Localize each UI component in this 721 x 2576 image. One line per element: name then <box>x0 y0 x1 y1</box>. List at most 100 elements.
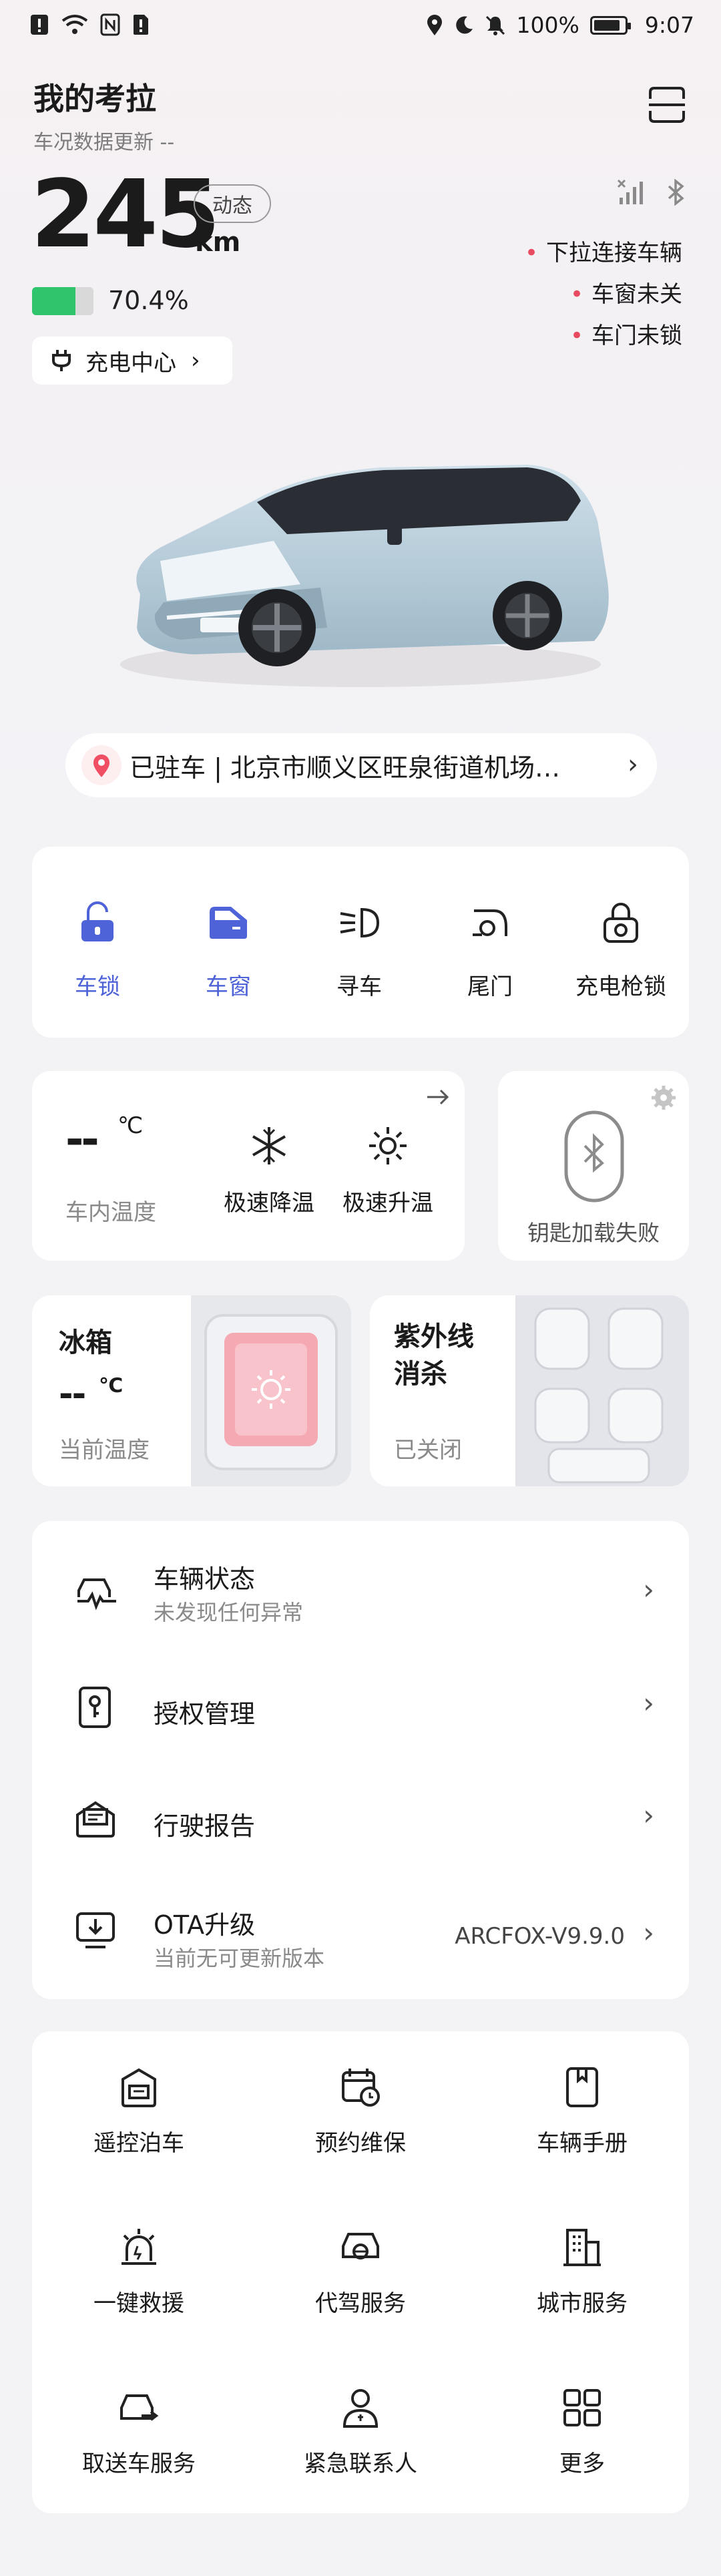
fridge-temp-label: 当前温度 <box>59 1437 150 1464</box>
service-more[interactable]: 更多 <box>475 2352 689 2512</box>
cabin-temp-unit: ℃ <box>117 1112 144 1139</box>
cabin-temp-label: 车内温度 <box>65 1199 156 1226</box>
parking-location[interactable]: 已驻车 | 北京市顺义区旺泉街道机场… › <box>65 733 657 797</box>
control-window[interactable]: 车窗 <box>163 847 294 1038</box>
vehicle-controls-card: 车锁 车窗 寻车 尾门 充电枪锁 <box>32 847 689 1038</box>
range-value: 245 <box>31 160 220 269</box>
status-item: • 车窗未关 <box>569 281 682 308</box>
list-item-driving-report[interactable]: 行驶报告 › <box>32 1745 689 1858</box>
quick-cool-button[interactable]: 极速降温 <box>212 1124 326 1217</box>
city-icon <box>563 2229 601 2266</box>
car-window-icon <box>210 907 247 939</box>
control-lock[interactable]: 车锁 <box>32 847 163 1038</box>
bluetooth-icon <box>668 179 684 206</box>
page-title: 我的考拉 <box>33 81 156 117</box>
snowflake-icon <box>252 1127 286 1164</box>
dynamic-badge[interactable]: 动态 <box>194 184 271 223</box>
service-manual[interactable]: 车辆手册 <box>475 2031 689 2191</box>
headlight-icon <box>340 907 380 938</box>
service-maintenance[interactable]: 预约维保 <box>254 2031 467 2191</box>
rescue-icon <box>122 2229 156 2265</box>
uv-status: 已关闭 <box>394 1437 462 1464</box>
fridge-temp-value: -- <box>59 1374 86 1414</box>
quick-heat-button[interactable]: 极速升温 <box>331 1124 445 1217</box>
chevron-right-icon: › <box>643 1573 654 1606</box>
chevron-right-icon: › <box>643 1916 654 1949</box>
digital-key-card[interactable]: 钥匙加载失败 <box>498 1071 689 1261</box>
services-grid: 遥控泊车 预约维保 车辆手册 一键救援 代驾服务 城市服务 取送车服务 紧急联系… <box>32 2031 689 2513</box>
charging-center-button[interactable]: 充电中心 › <box>32 337 232 385</box>
remote-park-icon <box>122 2068 156 2107</box>
battery-level-text: 70.4% <box>108 286 189 315</box>
download-icon <box>76 1912 115 1948</box>
nfc-icon <box>100 13 120 36</box>
connection-icons <box>617 179 686 206</box>
status-bar: 100% 9:07 <box>0 0 721 56</box>
car-image <box>120 465 609 687</box>
settings-icon[interactable] <box>650 1084 677 1111</box>
car-pickup-icon <box>120 2394 159 2421</box>
map-pin-icon <box>81 745 122 785</box>
uv-title: 紫外线 消杀 <box>394 1321 474 1389</box>
no-signal-icon <box>617 179 643 204</box>
more-grid-icon <box>563 2389 601 2426</box>
service-rescue[interactable]: 一键救援 <box>32 2191 246 2352</box>
report-icon <box>76 1801 115 1838</box>
unlock-icon <box>81 901 113 941</box>
list-item-authorization[interactable]: 授权管理 › <box>32 1633 689 1745</box>
vehicle-info-list: 车辆状态 未发现任何异常 › 授权管理 › 行驶报告 › OTA升级 当前无可更… <box>32 1521 689 1999</box>
plug-icon <box>52 350 71 371</box>
ota-version: ARCFOX-V9.9.0 <box>455 1923 625 1950</box>
authorization-icon <box>79 1687 111 1728</box>
car-seats-image <box>515 1295 689 1486</box>
wifi-icon <box>61 15 88 34</box>
battery-icon <box>589 15 631 35</box>
battery-level-fill <box>32 287 75 315</box>
fridge-title: 冰箱 <box>59 1327 112 1358</box>
battery-level-bar <box>32 287 93 315</box>
calendar-clock-icon <box>342 2069 380 2107</box>
battery-percent: 100% <box>516 12 579 38</box>
driver-icon <box>342 2233 379 2260</box>
scan-icon[interactable] <box>648 85 686 124</box>
tailgate-icon <box>473 909 507 936</box>
manual-icon <box>566 2067 598 2107</box>
chevron-right-icon: › <box>643 1799 654 1832</box>
cabin-temp-value: -- <box>65 1114 99 1165</box>
charger-lock-icon <box>604 903 638 943</box>
sim-icon <box>134 15 148 35</box>
service-chauffeur[interactable]: 代驾服务 <box>254 2191 467 2352</box>
sun-icon <box>369 1127 407 1164</box>
service-city[interactable]: 城市服务 <box>475 2191 689 2352</box>
list-item-vehicle-status[interactable]: 车辆状态 未发现任何异常 › <box>32 1521 689 1633</box>
car-status-icon <box>77 1578 116 1611</box>
service-emergency-contact[interactable]: 紧急联系人 <box>254 2352 467 2512</box>
range-unit: km <box>195 227 241 258</box>
service-pickup-delivery[interactable]: 取送车服务 <box>32 2352 246 2512</box>
alert-icon <box>31 15 48 35</box>
control-find-car[interactable]: 寻车 <box>294 847 425 1038</box>
key-status-label: 钥匙加载失败 <box>527 1220 660 1246</box>
fridge-image <box>191 1295 351 1486</box>
arrow-right-icon[interactable] <box>425 1087 451 1107</box>
chevron-right-icon: › <box>628 749 638 780</box>
chevron-right-icon: › <box>643 1687 654 1719</box>
control-tailgate[interactable]: 尾门 <box>425 847 555 1038</box>
chevron-right-icon: › <box>191 347 200 374</box>
charging-center-label: 充电中心 <box>85 349 176 377</box>
location-icon <box>427 14 442 35</box>
status-item[interactable]: • 下拉连接车辆 <box>525 232 682 274</box>
uv-sterilization-card[interactable]: 紫外线 消杀 已关闭 <box>370 1295 689 1486</box>
service-remote-parking[interactable]: 遥控泊车 <box>32 2031 246 2191</box>
clock: 9:07 <box>644 12 694 38</box>
control-charger-lock[interactable]: 充电枪锁 <box>555 847 686 1038</box>
list-item-ota[interactable]: OTA升级 当前无可更新版本 ARCFOX-V9.9.0 › <box>32 1858 689 1971</box>
status-item: • 车门未锁 <box>569 323 682 349</box>
moon-icon <box>455 15 473 33</box>
connection-status-list: • 下拉连接车辆 • 车窗未关 • 车门未锁 <box>525 232 682 357</box>
location-text: 已驻车 | 北京市顺义区旺泉街道机场… <box>130 753 560 783</box>
fridge-card[interactable]: 冰箱 -- ℃ 当前温度 <box>32 1295 351 1486</box>
contact-icon <box>342 2389 379 2428</box>
climate-card[interactable]: -- ℃ 车内温度 极速降温 极速升温 <box>32 1071 465 1261</box>
update-status: 车况数据更新 -- <box>33 131 175 154</box>
